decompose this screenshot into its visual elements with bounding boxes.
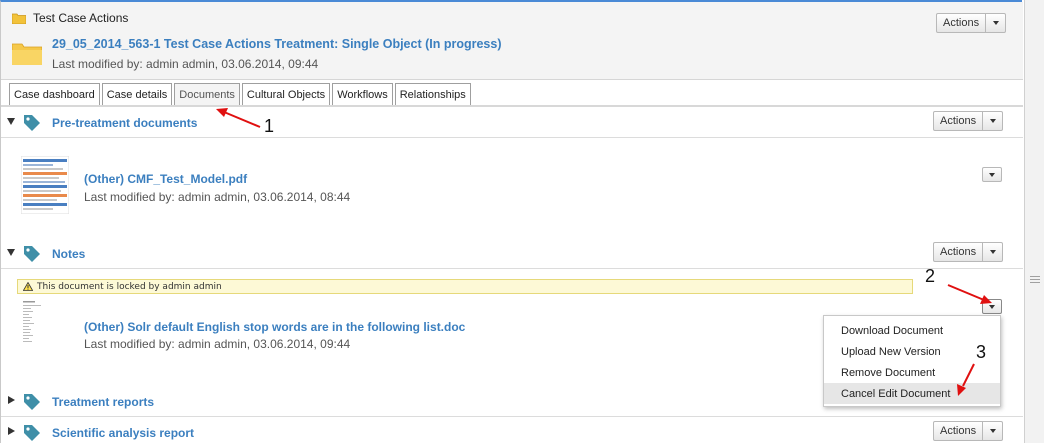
actions-label: Actions bbox=[940, 425, 977, 437]
folder-icon bbox=[12, 43, 42, 65]
tab-documents[interactable]: Documents bbox=[174, 83, 240, 105]
menu-item-upload-new-version[interactable]: Upload New Version bbox=[824, 341, 1000, 362]
section-title[interactable]: Treatment reports bbox=[52, 395, 154, 409]
lock-message: This document is locked by admin admin bbox=[37, 281, 222, 292]
document-title[interactable]: (Other) Solr default English stop words … bbox=[84, 320, 465, 334]
section-actions-button[interactable]: Actions bbox=[933, 111, 1004, 131]
document-dropdown-menu: Download Document Upload New Version Rem… bbox=[823, 315, 1001, 407]
section-scientific-analysis: Scientific analysis report Actions bbox=[1, 417, 1023, 443]
menu-item-cancel-edit-document[interactable]: Cancel Edit Document bbox=[824, 383, 1000, 404]
annotation-label-1: 1 bbox=[264, 116, 275, 136]
actions-label: Actions bbox=[940, 246, 977, 258]
menu-item-remove-document[interactable]: Remove Document bbox=[824, 362, 1000, 383]
expand-icon[interactable] bbox=[8, 396, 15, 404]
tag-icon bbox=[24, 394, 40, 410]
tag-icon bbox=[24, 425, 40, 441]
tab-cultural-objects[interactable]: Cultural Objects bbox=[241, 83, 331, 105]
actions-label: Actions bbox=[940, 115, 977, 127]
case-actions-button[interactable]: Actions bbox=[936, 13, 1007, 33]
document-menu-button[interactable] bbox=[982, 299, 1002, 314]
caret-down-icon[interactable] bbox=[982, 243, 1002, 261]
section-notes: Notes Actions bbox=[1, 238, 1023, 269]
caret-down-icon[interactable] bbox=[982, 112, 1002, 130]
warning-icon bbox=[23, 282, 33, 291]
case-tabs: Case dashboard Case details Documents Cu… bbox=[9, 83, 471, 105]
document-modified: Last modified by: admin admin, 03.06.201… bbox=[84, 190, 351, 204]
pdf-thumbnail[interactable] bbox=[21, 156, 69, 214]
section-actions-button[interactable]: Actions bbox=[933, 242, 1004, 262]
tab-case-details[interactable]: Case details bbox=[101, 83, 173, 105]
lock-warning: This document is locked by admin admin bbox=[17, 279, 913, 294]
expand-icon[interactable] bbox=[8, 427, 15, 435]
scrollbar[interactable] bbox=[1024, 0, 1044, 443]
actions-label: Actions bbox=[943, 17, 980, 29]
section-pretreatment: Pre-treatment documents Actions bbox=[1, 107, 1023, 138]
section-title[interactable]: Scientific analysis report bbox=[52, 426, 194, 440]
breadcrumb-label: Test Case Actions bbox=[33, 11, 129, 25]
collapse-icon[interactable] bbox=[7, 249, 15, 256]
tab-relationships[interactable]: Relationships bbox=[394, 83, 471, 105]
menu-item-download-document[interactable]: Download Document bbox=[824, 320, 1000, 341]
document-modified: Last modified by: admin admin, 03.06.201… bbox=[84, 337, 351, 351]
tag-icon bbox=[24, 115, 40, 131]
document-title[interactable]: (Other) CMF_Test_Model.pdf bbox=[84, 172, 247, 186]
collapse-icon[interactable] bbox=[7, 118, 15, 125]
tab-case-dashboard[interactable]: Case dashboard bbox=[9, 83, 100, 105]
caret-down-icon[interactable] bbox=[982, 422, 1002, 440]
breadcrumb[interactable]: Test Case Actions bbox=[12, 11, 128, 25]
tab-workflows[interactable]: Workflows bbox=[332, 83, 393, 105]
case-title[interactable]: 29_05_2014_563-1 Test Case Actions Treat… bbox=[52, 37, 502, 51]
folder-icon bbox=[12, 13, 26, 24]
section-title[interactable]: Pre-treatment documents bbox=[52, 116, 197, 130]
section-actions-button[interactable]: Actions bbox=[933, 421, 1004, 441]
annotation-label-2: 2 bbox=[925, 266, 936, 286]
case-window: Test Case Actions 29_05_2014_563-1 Test … bbox=[0, 0, 1023, 443]
document-menu-button[interactable] bbox=[982, 167, 1002, 182]
section-title[interactable]: Notes bbox=[52, 247, 85, 261]
case-modified: Last modified by: admin admin, 03.06.201… bbox=[52, 57, 319, 71]
caret-down-icon[interactable] bbox=[985, 14, 1005, 32]
case-header: Test Case Actions 29_05_2014_563-1 Test … bbox=[1, 2, 1023, 80]
tag-icon bbox=[24, 246, 40, 262]
scroll-grip-icon[interactable] bbox=[1030, 276, 1040, 286]
doc-thumbnail[interactable] bbox=[21, 298, 69, 356]
annotation-label-3: 3 bbox=[976, 342, 987, 362]
